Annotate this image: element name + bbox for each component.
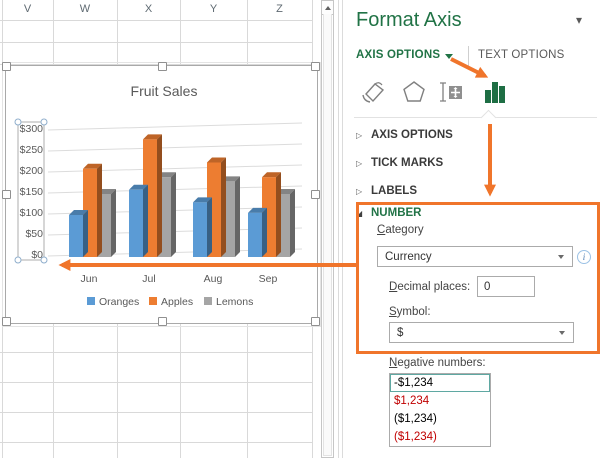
grid-line [0, 20, 312, 21]
section-number[interactable]: ◢ NUMBER [356, 205, 421, 221]
section-label: LABELS [371, 185, 417, 197]
section-axis-options[interactable]: ▷ AXIS OPTIONS [356, 127, 453, 143]
fill-line-icon[interactable] [357, 79, 389, 105]
x-tick-label: Sep [259, 273, 278, 285]
chart-resize-handle[interactable] [311, 62, 320, 71]
chart-resize-handle[interactable] [2, 317, 11, 326]
gridline [48, 123, 302, 130]
pane-title: Format Axis [356, 9, 462, 32]
scroll-up-button[interactable] [322, 1, 333, 15]
y-tick-label: $100 [20, 207, 44, 219]
pane-menu-icon[interactable]: ▾ [576, 13, 582, 27]
negative-format-option[interactable]: ($1,234) [390, 428, 490, 446]
collapsed-triangle-icon: ▷ [356, 131, 371, 140]
legend-item-Lemons[interactable]: Lemons [204, 296, 253, 308]
bar-Oranges-Sep[interactable] [248, 208, 267, 257]
chart-resize-handle[interactable] [2, 190, 11, 199]
y-tick-label: $300 [20, 123, 44, 135]
section-label: NUMBER [371, 207, 421, 219]
tab-text-options[interactable]: TEXT OPTIONS [478, 49, 565, 61]
sheet-scrollbar[interactable] [321, 0, 334, 458]
negative-numbers-label: Negative numbers: [389, 357, 486, 369]
chart-resize-handle[interactable] [311, 190, 320, 199]
tab-axis-options[interactable]: AXIS OPTIONS [356, 49, 440, 61]
column-header-V[interactable]: V [8, 3, 48, 15]
grid-line [0, 382, 312, 383]
bar-Oranges-Jul[interactable] [129, 185, 148, 257]
negative-numbers-listbox[interactable]: -$1,234$1,234($1,234)($1,234) [389, 373, 491, 447]
chart-resize-handle[interactable] [158, 62, 167, 71]
column-header-W[interactable]: W [65, 3, 105, 15]
grid-line [0, 352, 312, 353]
axis-selection-handle[interactable] [41, 119, 47, 125]
symbol-value: $ [397, 327, 403, 339]
svg-text:Apples: Apples [161, 296, 193, 308]
size-properties-icon[interactable] [435, 79, 467, 105]
selected-tab-notch [481, 110, 497, 126]
collapsed-triangle-icon: ▷ [356, 159, 371, 168]
chart-canvas: Fruit Sales$0$50$100$150$200$250$300JunJ… [6, 66, 317, 323]
y-tick-label: $250 [20, 144, 44, 156]
category-value: Currency [385, 251, 432, 263]
category-dropdown[interactable]: Currency [377, 246, 573, 267]
negative-format-option[interactable]: -$1,234 [390, 374, 490, 392]
section-label: AXIS OPTIONS [371, 129, 453, 141]
scroll-up-icon [325, 6, 331, 10]
section-label: TICK MARKS [371, 157, 443, 169]
section-labels[interactable]: ▷ LABELS [356, 183, 417, 199]
decimal-places-label: Decimal places: [389, 281, 470, 293]
chart-resize-handle[interactable] [311, 317, 320, 326]
legend-item-Apples[interactable]: Apples [149, 296, 193, 308]
dropdown-arrow-icon [559, 331, 565, 335]
pane-border [338, 0, 339, 458]
scrollbar-thumb[interactable] [323, 14, 332, 456]
symbol-dropdown[interactable]: $ [389, 322, 574, 343]
pane-separator [354, 117, 597, 118]
gridline [48, 144, 302, 151]
negative-format-option[interactable]: $1,234 [390, 392, 490, 410]
column-header-Z[interactable]: Z [260, 3, 300, 15]
dropdown-arrow-icon [558, 255, 564, 259]
category-label: Category [377, 224, 424, 236]
y-tick-label: $200 [20, 165, 44, 177]
axis-selection-handle[interactable] [15, 119, 21, 125]
excel-window: VWXYZ Fruit Sales$0$50$100$150$200$250$3… [0, 0, 603, 458]
chart-resize-handle[interactable] [158, 317, 167, 326]
pane-border [342, 0, 343, 458]
grid-line [0, 442, 312, 443]
y-tick-label: $50 [25, 228, 43, 240]
chart-title: Fruit Sales [131, 83, 198, 99]
svg-text:Lemons: Lemons [216, 296, 253, 308]
chart-columns-icon[interactable] [479, 79, 511, 105]
svg-text:Oranges: Oranges [99, 296, 139, 308]
chart-resize-handle[interactable] [2, 62, 11, 71]
bar-Oranges-Jun[interactable] [69, 210, 88, 257]
fruit-sales-chart[interactable]: Fruit Sales$0$50$100$150$200$250$300JunJ… [5, 65, 318, 324]
tab-divider [468, 46, 469, 67]
axis-selection-handle[interactable] [15, 257, 21, 263]
axis-selection-handle[interactable] [41, 257, 47, 263]
chevron-down-icon[interactable] [445, 54, 453, 59]
expanded-triangle-icon: ◢ [356, 209, 371, 218]
info-icon[interactable]: i [577, 250, 591, 264]
collapsed-triangle-icon: ▷ [356, 187, 371, 196]
grid-line [0, 412, 312, 413]
symbol-label: Symbol: [389, 306, 431, 318]
effects-icon[interactable] [398, 79, 430, 105]
x-tick-label: Jun [81, 273, 98, 285]
decimal-places-input[interactable] [477, 276, 535, 297]
y-tick-label: $150 [20, 186, 44, 198]
section-tick-marks[interactable]: ▷ TICK MARKS [356, 155, 443, 171]
grid-line [0, 42, 312, 43]
column-header-X[interactable]: X [129, 3, 169, 15]
bar-Oranges-Aug[interactable] [193, 197, 212, 257]
column-header-Y[interactable]: Y [194, 3, 234, 15]
negative-format-option[interactable]: ($1,234) [390, 410, 490, 428]
x-tick-label: Jul [142, 273, 155, 285]
legend-item-Oranges[interactable]: Oranges [87, 296, 139, 308]
x-tick-label: Aug [204, 273, 223, 285]
